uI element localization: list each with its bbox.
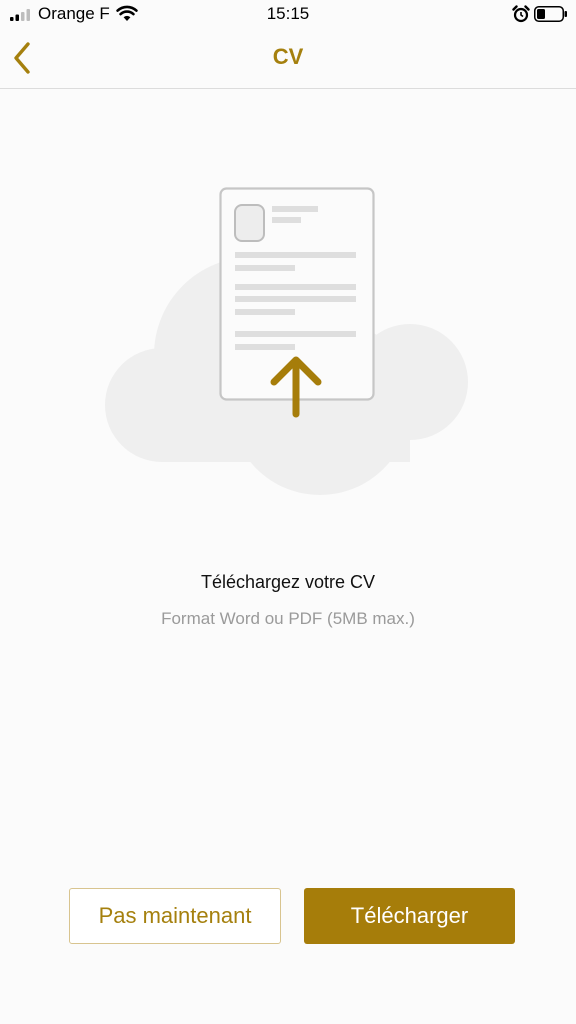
status-bar: Orange F 15:15 bbox=[0, 0, 576, 28]
not-now-button[interactable]: Pas maintenant bbox=[69, 888, 281, 944]
navigation-bar: CV bbox=[0, 28, 576, 89]
upload-button[interactable]: Télécharger bbox=[304, 888, 515, 944]
upload-illustration bbox=[105, 187, 468, 495]
format-hint: Format Word ou PDF (5MB max.) bbox=[161, 609, 415, 628]
status-time: 15:15 bbox=[266, 4, 310, 23]
battery-icon bbox=[534, 6, 567, 22]
upload-heading: Téléchargez votre CV bbox=[200, 572, 376, 592]
alarm-icon bbox=[512, 5, 530, 23]
page-title: CV bbox=[272, 44, 304, 69]
